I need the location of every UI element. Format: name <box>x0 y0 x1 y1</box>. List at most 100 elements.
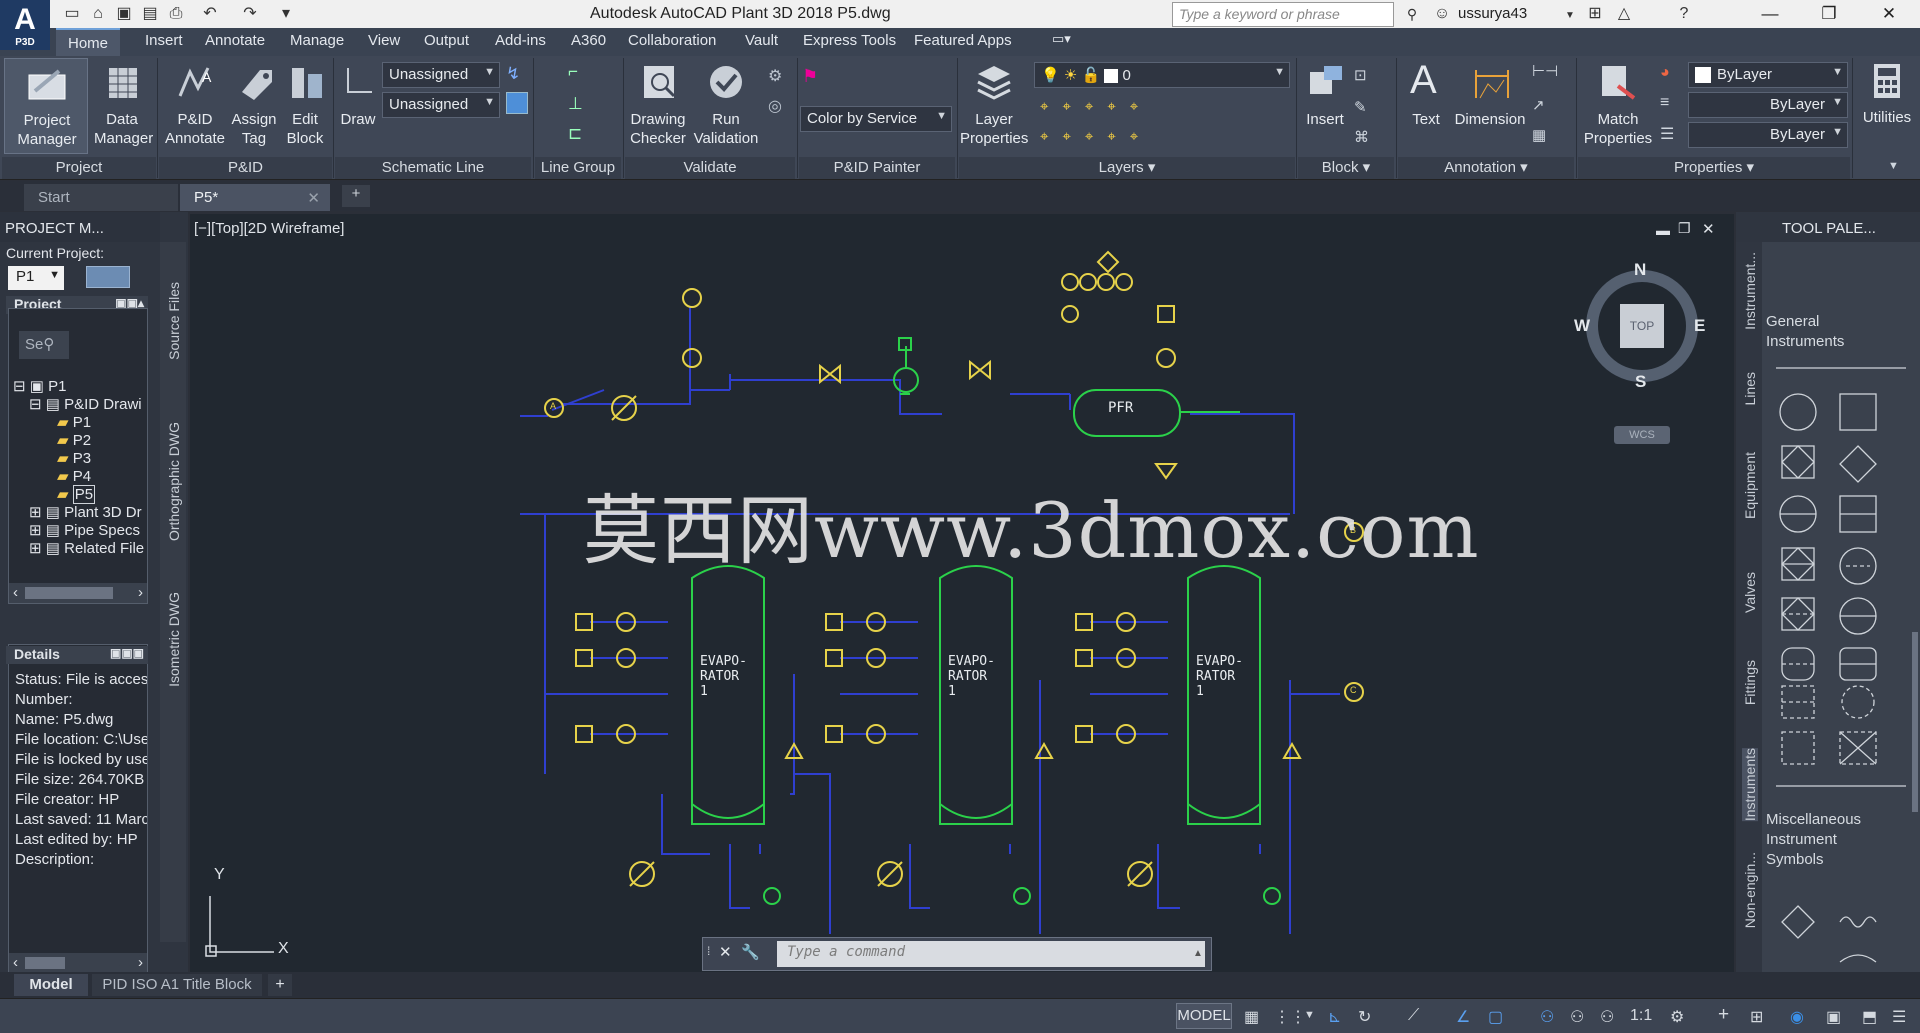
run-validation-button[interactable]: Run Validation <box>692 58 760 154</box>
pid-annotate-button[interactable]: A P&ID Annotate <box>162 58 228 154</box>
viewcube-top-face[interactable]: TOP <box>1620 304 1664 348</box>
line-color-icon[interactable] <box>506 92 528 114</box>
side-tab-isometric-dwg[interactable]: Isometric DWG <box>166 592 182 687</box>
tree-horizontal-scrollbar[interactable]: ‹ › <box>9 583 147 603</box>
command-input[interactable]: Type a command <box>777 941 1205 967</box>
isodraft-icon[interactable]: ⟋ <box>1408 1007 1419 1025</box>
side-tab-orthographic-dwg[interactable]: Orthographic DWG <box>166 422 182 541</box>
viewport-close-icon[interactable]: ✕ <box>1702 220 1715 238</box>
account-dropdown-icon[interactable]: ▼ <box>1560 6 1580 26</box>
cart-icon[interactable]: ⊞ <box>1585 4 1605 24</box>
tab-output[interactable]: Output <box>424 32 469 49</box>
polar-tracking-icon[interactable]: ↻ <box>1358 1007 1371 1027</box>
schematic-line-combo-1[interactable]: Unassigned ▼ <box>382 62 500 88</box>
linetype-combo[interactable]: ByLayer ▼ <box>1688 92 1848 118</box>
palette-tab-equipment[interactable]: Equipment <box>1742 452 1758 519</box>
tree-item-drawing-p3[interactable]: ▰ P3 <box>57 449 91 467</box>
annotation-visibility-icon[interactable]: ⚇ <box>1540 1007 1554 1027</box>
user-account[interactable]: ussurya43 <box>1458 5 1527 22</box>
ortho-icon[interactable]: ⊾ <box>1328 1007 1341 1027</box>
compass-south[interactable]: S <box>1635 372 1646 392</box>
annotation-scale-icon[interactable]: ⚇ <box>1600 1007 1614 1027</box>
side-tab-source-files[interactable]: Source Files <box>166 282 182 360</box>
undo-icon[interactable]: ↶ <box>200 4 220 24</box>
schematic-line-combo-2[interactable]: Unassigned ▼ <box>382 92 500 118</box>
palette-tab-valves[interactable]: Valves <box>1742 572 1758 613</box>
palette-tab-lines[interactable]: Lines <box>1742 372 1758 405</box>
drawing-canvas[interactable]: [−][Top][2D Wireframe] PFR EVAPO- RATOR … <box>190 214 1734 972</box>
compass-east[interactable]: E <box>1694 316 1705 336</box>
wrench-icon[interactable]: 🔧 <box>741 943 760 961</box>
drawing-checker-button[interactable]: Drawing Checker <box>626 58 690 154</box>
wcs-menu[interactable]: WCS <box>1614 426 1670 444</box>
lineweight-combo[interactable]: ByLayer ▼ <box>1688 122 1848 148</box>
panel-title-annotation[interactable]: Annotation ▾ <box>1398 157 1574 179</box>
close-tab-icon[interactable]: ✕ <box>307 189 320 207</box>
assign-tag-button[interactable]: Assign Tag <box>228 58 280 154</box>
tree-item-drawing-p4[interactable]: ▰ P4 <box>57 467 91 485</box>
details-horizontal-scrollbar[interactable]: ‹ › <box>9 953 147 973</box>
tree-item-p1[interactable]: ⊟ ▣ P1 <box>13 377 66 395</box>
tab-manage[interactable]: Manage <box>290 32 344 49</box>
line-style-icon[interactable]: ↯ <box>506 64 520 84</box>
data-manager-button[interactable]: Data Manager <box>94 58 153 154</box>
project-manager-button[interactable]: Project Manager <box>4 58 88 154</box>
tab-insert[interactable]: Insert <box>145 32 183 49</box>
redo-icon[interactable]: ↷ <box>240 4 260 24</box>
command-history-icon[interactable]: ▲ <box>1193 948 1203 959</box>
close-command-line-icon[interactable]: ✕ <box>719 943 732 961</box>
tree-item-pid-drawings[interactable]: ⊟ ▤ P&ID Drawi <box>29 395 142 413</box>
snap-icon[interactable]: ⋮⋮ <box>1274 1007 1306 1027</box>
units-icon[interactable]: ⊞ <box>1750 1007 1763 1027</box>
compass-north[interactable]: N <box>1634 260 1646 280</box>
hardware-acceleration-icon[interactable]: ▣ <box>1826 1007 1841 1027</box>
linear-dim-icon[interactable]: ⊢⊣ <box>1532 62 1558 80</box>
edit-attributes-icon[interactable]: ✎ <box>1354 98 1367 116</box>
tab-vault[interactable]: Vault <box>745 32 778 49</box>
viewport-minimize-icon[interactable]: ▬ <box>1656 222 1670 238</box>
details-tools-icon[interactable]: ▣▣▣ <box>110 646 144 660</box>
help-icon[interactable]: ? <box>1674 4 1694 24</box>
model-space-toggle[interactable]: MODEL <box>1176 1003 1232 1029</box>
grip-icon[interactable]: ⁞ <box>707 944 710 958</box>
new-tab-button[interactable]: + <box>342 185 370 207</box>
tab-collaboration[interactable]: Collaboration <box>628 32 716 49</box>
layer-properties-button[interactable]: Layer Properties <box>960 58 1028 154</box>
validation-summary-icon[interactable]: ◎ <box>768 96 782 116</box>
object-snap-icon[interactable]: ▢ <box>1488 1007 1503 1027</box>
object-snap-tracking-icon[interactable]: ∠ <box>1456 1007 1470 1027</box>
restore-button[interactable]: ❐ <box>1806 0 1852 28</box>
match-properties-button[interactable]: Match Properties <box>1580 58 1656 154</box>
leader-icon[interactable]: ↗ <box>1532 96 1545 114</box>
create-block-icon[interactable]: ⊡ <box>1354 66 1367 84</box>
color-by-service-combo[interactable]: Color by Service ▼ <box>800 106 952 132</box>
tab-p5[interactable]: P5* ✕ <box>180 184 330 211</box>
text-button[interactable]: A Text <box>1400 58 1452 154</box>
tab-add-ins[interactable]: Add-ins <box>495 32 546 49</box>
chevron-down-icon[interactable]: ▼ <box>1888 160 1899 172</box>
tab-model[interactable]: Model <box>14 974 88 996</box>
panel-title-layers[interactable]: Layers ▾ <box>959 157 1295 179</box>
tab-view[interactable]: View <box>368 32 400 49</box>
workspace-gear-icon[interactable]: ⚙ <box>1670 1007 1684 1027</box>
save-icon[interactable]: ▣ <box>114 4 134 24</box>
tab-express-tools[interactable]: Express Tools <box>803 32 896 49</box>
validation-settings-icon[interactable]: ⚙ <box>768 66 782 86</box>
tab-featured-apps[interactable]: Featured Apps <box>914 32 1012 49</box>
line-group-icon-1[interactable]: ⌐ <box>568 62 578 82</box>
clean-screen-icon[interactable]: ⬒ <box>1862 1007 1877 1027</box>
painter-icon[interactable]: ⚑ <box>802 66 818 87</box>
palette-tab-fittings[interactable]: Fittings <box>1742 660 1758 705</box>
tab-pid-iso-a1-title-block[interactable]: PID ISO A1 Title Block <box>92 974 262 996</box>
tree-item-plant-3d-drawings[interactable]: ⊞ ▤ Plant 3D Dr <box>29 503 142 521</box>
tree-item-related-files[interactable]: ⊞ ▤ Related File <box>29 539 144 557</box>
qat-dropdown-icon[interactable]: ▾ <box>276 4 296 24</box>
line-group-icon-2[interactable]: ⊥ <box>568 94 583 114</box>
tab-annotate[interactable]: Annotate <box>205 32 265 49</box>
tree-item-drawing-p1[interactable]: ▰ P1 <box>57 413 91 431</box>
scroll-left-icon[interactable]: ‹ <box>13 584 18 601</box>
attribute-tools-icon[interactable]: ⌘ <box>1354 128 1369 146</box>
tree-item-pipe-specs[interactable]: ⊞ ▤ Pipe Specs <box>29 521 140 539</box>
isolate-objects-icon[interactable]: ◉ <box>1790 1007 1804 1027</box>
project-tools-icon[interactable] <box>86 266 130 288</box>
